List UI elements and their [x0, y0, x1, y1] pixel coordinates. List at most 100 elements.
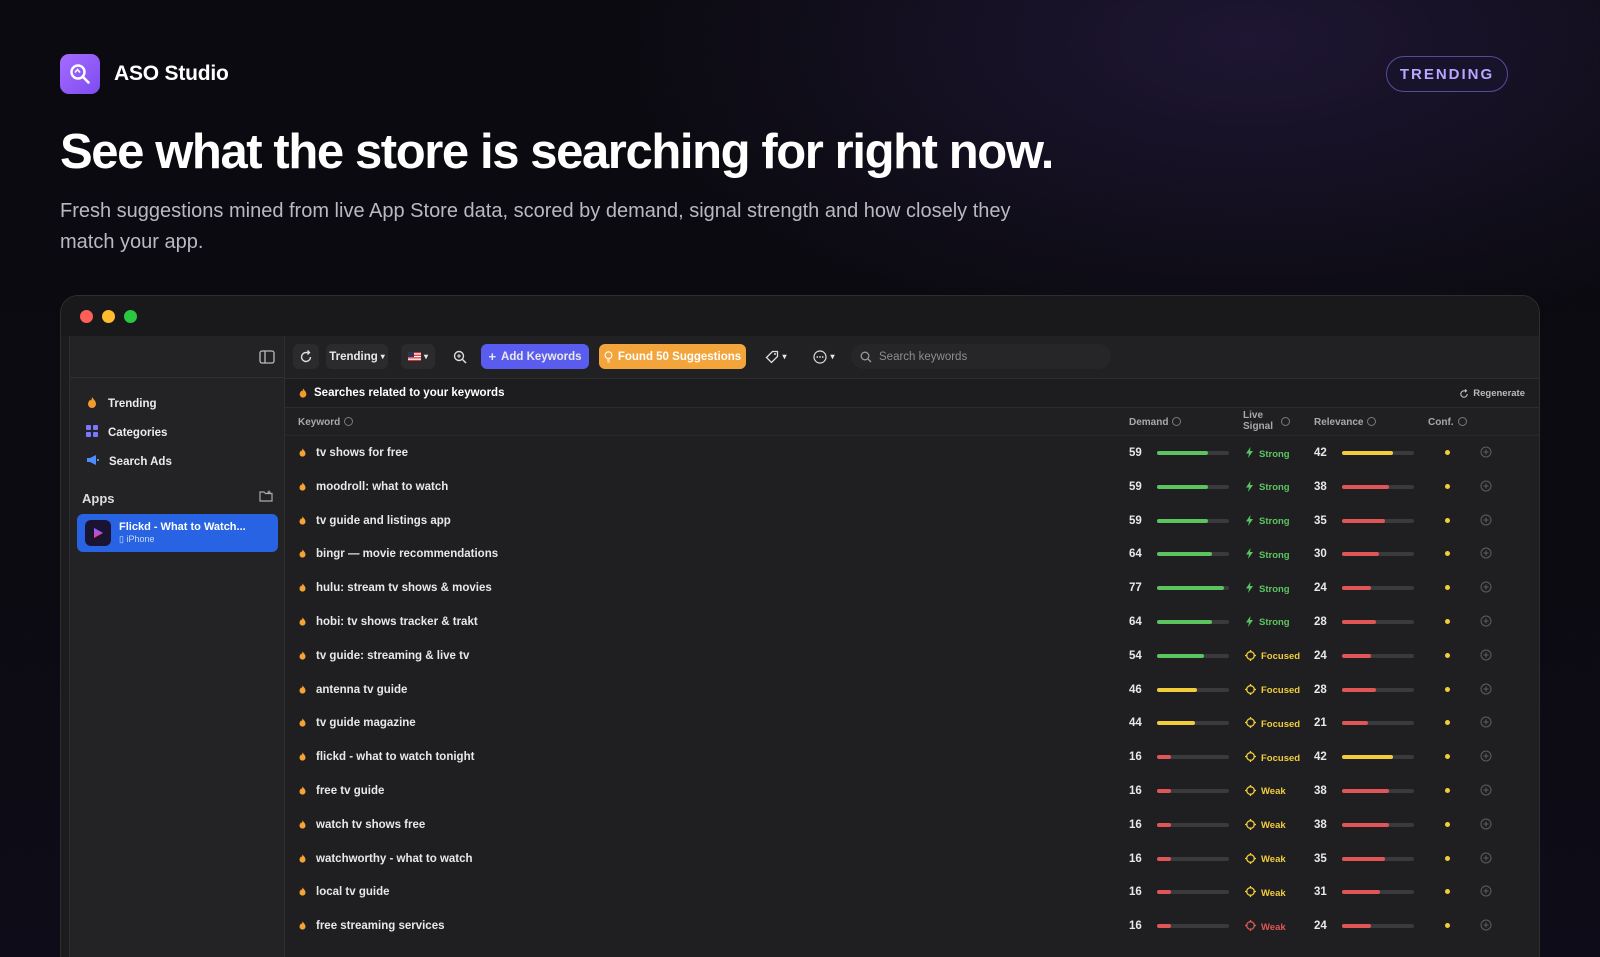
flame-icon — [298, 582, 307, 596]
flame-icon — [298, 447, 307, 461]
mode-label: Trending — [329, 350, 378, 363]
add-keyword-icon[interactable] — [1480, 750, 1492, 765]
signal-icon — [1245, 649, 1256, 664]
regenerate-button[interactable]: Regenerate — [1459, 388, 1525, 399]
relevance-bar — [1342, 484, 1414, 489]
confidence-dot — [1445, 618, 1450, 624]
relevance-value: 28 — [1314, 683, 1327, 696]
col-keyword[interactable]: Keyword — [298, 417, 354, 428]
table-row[interactable]: tv guide and listings app 59 Strong 35 — [285, 504, 1539, 538]
main-panel: Trending ▾ ▾ + Add Keywords Found 50 Sugge… — [285, 336, 1539, 957]
table-row[interactable]: free streaming services 16 Weak 24 — [285, 909, 1539, 943]
add-keyword-icon[interactable] — [1480, 615, 1492, 630]
more-options-dropdown[interactable]: ▾ — [808, 344, 840, 369]
table-row[interactable]: bingr — movie recommendations 64 Strong 30 — [285, 537, 1539, 571]
keyword-text: flickd - what to watch tonight — [316, 751, 475, 764]
table-row[interactable]: free tv guide 16 Weak 38 — [285, 774, 1539, 808]
selected-app-item[interactable]: Flickd - What to Watch... ▯ iPhone — [77, 514, 278, 552]
section-header: Searches related to your keywords Regene… — [285, 378, 1539, 408]
signal-icon — [1245, 447, 1254, 461]
table-row[interactable]: tv guide magazine 44 Focused 21 — [285, 706, 1539, 740]
sidebar-item-trending[interactable]: Trending — [86, 396, 157, 412]
demand-value: 59 — [1129, 480, 1142, 493]
add-keyword-icon[interactable] — [1480, 547, 1492, 562]
confidence-dot — [1445, 889, 1450, 895]
table-header: Keyword Demand Live Signal Relevance Con… — [285, 408, 1539, 436]
tag-dropdown[interactable]: ▾ — [760, 344, 792, 369]
demand-bar — [1157, 518, 1229, 523]
close-window-button[interactable] — [80, 310, 93, 323]
add-keyword-icon[interactable] — [1480, 852, 1492, 867]
app-platform: iPhone — [126, 534, 155, 544]
table-row[interactable]: tv guide: streaming & live tv 54 Focused 24 — [285, 639, 1539, 673]
signal-icon — [1245, 480, 1254, 495]
sidebar-toggle-icon[interactable] — [259, 350, 275, 369]
search-keywords-field[interactable]: Search keywords — [851, 344, 1111, 369]
add-keyword-icon[interactable] — [1480, 581, 1492, 596]
live-signal-badge: Weak — [1245, 852, 1286, 867]
col-conf[interactable]: Conf. — [1428, 417, 1467, 428]
add-keyword-icon[interactable] — [1480, 683, 1492, 698]
demand-bar — [1157, 755, 1229, 760]
demand-value: 44 — [1129, 717, 1142, 730]
add-keyword-icon[interactable] — [1480, 919, 1492, 934]
live-signal-badge: Strong — [1245, 480, 1290, 495]
keyword-text: free streaming services — [316, 920, 445, 933]
col-demand[interactable]: Demand — [1129, 417, 1182, 428]
keyword-text: hobi: tv shows tracker & trakt — [316, 615, 478, 628]
signal-icon — [1245, 548, 1254, 562]
refresh-button[interactable] — [293, 344, 319, 369]
col-relevance[interactable]: Relevance — [1314, 417, 1377, 428]
table-row[interactable]: hobi: tv shows tracker & trakt 64 Strong 28 — [285, 605, 1539, 639]
signal-icon — [1245, 582, 1254, 596]
col-live-signal[interactable]: Live Signal — [1243, 410, 1277, 432]
live-signal-badge: Weak — [1245, 818, 1286, 833]
add-keyword-icon[interactable] — [1480, 446, 1492, 461]
add-keyword-icon[interactable] — [1480, 716, 1492, 731]
relevance-value: 38 — [1314, 818, 1327, 831]
new-folder-icon[interactable] — [259, 489, 274, 507]
table-row[interactable]: hulu: stream tv shows & movies 77 Strong 24 — [285, 571, 1539, 605]
zoom-search-button[interactable] — [447, 344, 472, 369]
live-signal-badge: Strong — [1245, 447, 1290, 461]
table-row[interactable]: flickd - what to watch tonight 16 Focused 4… — [285, 740, 1539, 774]
regenerate-icon — [1460, 388, 1469, 398]
search-placeholder: Search keywords — [879, 350, 968, 363]
add-keyword-icon[interactable] — [1480, 480, 1492, 495]
sidebar-item-search-ads[interactable]: Search Ads — [86, 454, 172, 469]
table-row[interactable]: moodroll: what to watch 59 Strong 38 — [285, 470, 1539, 504]
add-keyword-icon[interactable] — [1480, 818, 1492, 833]
keyword-text: local tv guide — [316, 886, 390, 899]
signal-icon — [1245, 717, 1256, 731]
table-row[interactable]: antenna tv guide 46 Focused 28 — [285, 673, 1539, 707]
mode-dropdown[interactable]: Trending ▾ — [326, 344, 388, 369]
zoom-window-button[interactable] — [124, 310, 137, 323]
relevance-bar — [1342, 518, 1414, 523]
sidebar-item-categories[interactable]: Categories — [86, 425, 167, 440]
live-signal-badge: Strong — [1245, 615, 1290, 630]
table-row[interactable]: watchworthy - what to watch 16 Weak 35 — [285, 842, 1539, 876]
signal-label: Weak — [1261, 786, 1286, 798]
confidence-dot — [1445, 686, 1450, 692]
demand-value: 59 — [1129, 447, 1142, 459]
add-keyword-icon[interactable] — [1480, 649, 1492, 664]
table-row[interactable]: watch tv shows free 16 Weak 38 — [285, 808, 1539, 842]
table-row[interactable]: local tv guide 16 Weak 31 — [285, 875, 1539, 909]
app-window: Trending Categories Search Ads Apps Flic… — [60, 295, 1540, 957]
flame-icon — [298, 853, 307, 867]
relevance-bar — [1342, 451, 1414, 455]
add-keyword-icon[interactable] — [1480, 885, 1492, 900]
relevance-value: 31 — [1314, 886, 1327, 899]
country-dropdown[interactable]: ▾ — [401, 344, 435, 369]
found-suggestions-button[interactable]: Found 50 Suggestions — [599, 344, 746, 369]
add-keyword-icon[interactable] — [1480, 514, 1492, 529]
found-suggestions-label: Found 50 Suggestions — [617, 350, 742, 363]
add-keyword-icon[interactable] — [1480, 784, 1492, 799]
demand-value: 16 — [1129, 852, 1142, 865]
relevance-bar — [1342, 924, 1414, 929]
add-keywords-button[interactable]: + Add Keywords — [481, 344, 589, 369]
confidence-dot — [1445, 483, 1450, 489]
live-signal-badge: Focused — [1245, 717, 1300, 731]
table-row[interactable]: tv shows for free 59 Strong 42 — [285, 436, 1539, 470]
minimize-window-button[interactable] — [102, 310, 115, 323]
